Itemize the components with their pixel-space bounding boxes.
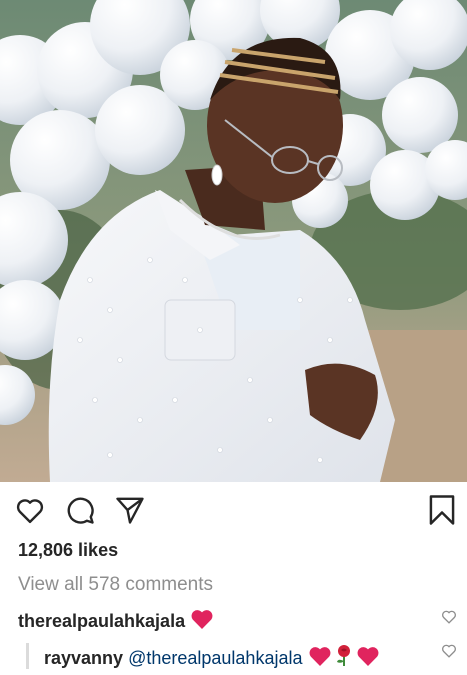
reply-username[interactable]: rayvanny xyxy=(44,648,123,668)
reply-mention[interactable]: @therealpaulahkajala xyxy=(128,648,302,668)
comment-username[interactable]: therealpaulahkajala xyxy=(18,611,185,631)
comment: therealpaulahkajala xyxy=(18,608,438,635)
reply-thread-line xyxy=(26,643,29,669)
reply-like-heart-icon[interactable] xyxy=(441,643,459,659)
rose-emoji xyxy=(332,643,356,672)
comment-bubble-icon[interactable] xyxy=(62,492,98,528)
action-bar xyxy=(0,482,467,540)
reply-comment: rayvanny @therealpaulahkajala xyxy=(44,643,434,672)
red-heart-emoji xyxy=(190,608,214,635)
likes-count[interactable]: 12,806 likes xyxy=(18,540,118,561)
bookmark-icon[interactable] xyxy=(424,492,460,528)
red-heart-emoji xyxy=(308,645,332,672)
comment-like-heart-icon[interactable] xyxy=(441,609,459,625)
paper-plane-icon[interactable] xyxy=(112,492,148,528)
view-all-comments-link[interactable]: View all 578 comments xyxy=(18,574,213,596)
post-image xyxy=(0,0,467,482)
post-photo[interactable] xyxy=(0,0,467,482)
heart-outline-icon[interactable] xyxy=(12,492,48,528)
red-heart-emoji xyxy=(356,645,380,672)
